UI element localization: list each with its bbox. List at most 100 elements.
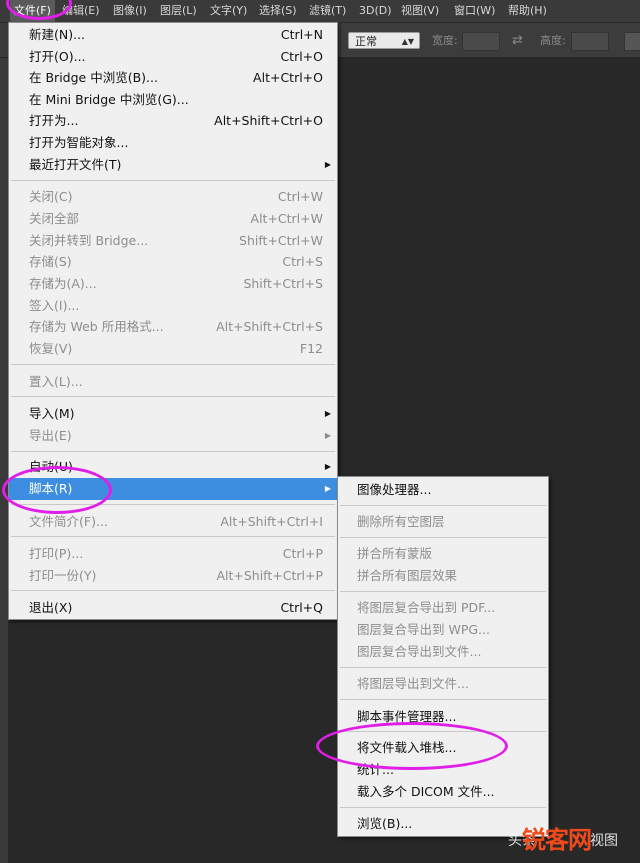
shortcut: F12 <box>299 341 323 356</box>
menu-item-close-all[interactable]: 关闭全部 Alt+Ctrl+W <box>9 208 337 230</box>
menu-filter[interactable]: 滤镜(T) <box>305 0 350 22</box>
menu-item-label: 打印一份(Y) <box>29 568 97 583</box>
menu-separator <box>340 505 546 506</box>
menu-item-print-one-copy[interactable]: 打印一份(Y) Alt+Shift+Ctrl+P <box>9 565 337 587</box>
style-select[interactable]: 正常 ▲▼ <box>348 32 420 49</box>
refine-edge-button[interactable] <box>624 32 640 51</box>
menu-item-browse-bridge[interactable]: 在 Bridge 中浏览(B)... Alt+Ctrl+O <box>9 67 337 89</box>
menu-separator <box>340 807 546 808</box>
menu-window[interactable]: 窗口(W) <box>450 0 499 22</box>
menu-item-label: 拼合所有图层效果 <box>357 568 458 583</box>
menu-item-save[interactable]: 存储(S) Ctrl+S <box>9 251 337 273</box>
menu-item-save-for-web[interactable]: 存储为 Web 所用格式... Alt+Shift+Ctrl+S <box>9 316 337 338</box>
menu-separator <box>11 590 335 591</box>
menu-item-new[interactable]: 新建(N)... Ctrl+N <box>9 24 337 46</box>
submenu-item-flatten-layer-effects[interactable]: 拼合所有图层效果 <box>338 565 548 587</box>
menu-item-print[interactable]: 打印(P)... Ctrl+P <box>9 543 337 565</box>
menu-item-label: 关闭(C) <box>29 189 73 204</box>
menu-item-label: 存储为 Web 所用格式... <box>29 319 164 334</box>
menu-edit[interactable]: 编辑(E) <box>58 0 104 22</box>
menu-layer[interactable]: 图层(L) <box>156 0 201 22</box>
menu-item-label: 拼合所有蒙版 <box>357 546 433 561</box>
menu-item-label: 打开(O)... <box>29 49 86 64</box>
menu-item-close[interactable]: 关闭(C) Ctrl+W <box>9 186 337 208</box>
watermark-right-text: 视图 <box>590 833 618 849</box>
submenu-item-script-events-manager[interactable]: 脚本事件管理器... <box>338 706 548 728</box>
menu-item-label: 在 Mini Bridge 中浏览(G)... <box>29 92 189 107</box>
shortcut: Shift+Ctrl+W <box>239 233 323 248</box>
shortcut: Ctrl+O <box>280 49 323 64</box>
menu-item-check-in[interactable]: 签入(I)... <box>9 295 337 317</box>
submenu-item-comps-to-wpg[interactable]: 图层复合导出到 WPG... <box>338 619 548 641</box>
submenu-item-comps-to-pdf[interactable]: 将图层复合导出到 PDF... <box>338 597 548 619</box>
menu-item-label: 关闭全部 <box>29 211 80 226</box>
menu-item-import[interactable]: 导入(M) ▶ <box>9 403 337 425</box>
menu-item-place[interactable]: 置入(L)... <box>9 371 337 393</box>
menu-separator <box>11 504 335 505</box>
file-menu: 新建(N)... Ctrl+N 打开(O)... Ctrl+O 在 Bridge… <box>8 22 338 620</box>
menu-item-exit[interactable]: 退出(X) Ctrl+Q <box>9 597 337 619</box>
menu-item-label: 存储为(A)... <box>29 276 97 291</box>
shortcut: Alt+Shift+Ctrl+S <box>216 319 323 334</box>
menu-separator <box>340 667 546 668</box>
menu-item-browse-mini-bridge[interactable]: 在 Mini Bridge 中浏览(G)... <box>9 89 337 111</box>
width-label: 宽度: <box>432 34 458 47</box>
menubar: 文件(F) 编辑(E) 图像(I) 图层(L) 文字(Y) 选择(S) 滤镜(T… <box>0 0 640 23</box>
menu-file[interactable]: 文件(F) <box>10 0 55 22</box>
submenu-item-statistics[interactable]: 统计... <box>338 759 548 781</box>
menu-item-label: 最近打开文件(T) <box>29 157 122 172</box>
menu-select[interactable]: 选择(S) <box>255 0 301 22</box>
menu-item-label: 打开为... <box>29 113 79 128</box>
menu-item-open-recent[interactable]: 最近打开文件(T) ▶ <box>9 154 337 176</box>
menu-item-label: 统计... <box>357 762 394 777</box>
shortcut: Shift+Ctrl+S <box>243 276 323 291</box>
height-label: 高度: <box>540 34 566 47</box>
swap-icon[interactable]: ⇄ <box>512 32 523 49</box>
submenu-item-flatten-masks[interactable]: 拼合所有蒙版 <box>338 543 548 565</box>
submenu-item-layers-to-files[interactable]: 将图层导出到文件... <box>338 673 548 695</box>
menu-item-label: 存储(S) <box>29 254 72 269</box>
menu-separator <box>340 537 546 538</box>
menu-help[interactable]: 帮助(H) <box>504 0 551 22</box>
menu-item-label: 将图层导出到文件... <box>357 676 469 691</box>
tools-panel <box>0 58 8 863</box>
submenu-item-load-dicom[interactable]: 载入多个 DICOM 文件... <box>338 781 548 803</box>
submenu-arrow-icon: ▶ <box>324 431 331 440</box>
menu-item-revert[interactable]: 恢复(V) F12 <box>9 338 337 360</box>
submenu-arrow-icon: ▶ <box>324 484 331 493</box>
height-input[interactable] <box>571 32 609 51</box>
menu-item-file-info[interactable]: 文件简介(F)... Alt+Shift+Ctrl+I <box>9 511 337 533</box>
menu-image[interactable]: 图像(I) <box>109 0 151 22</box>
menu-type[interactable]: 文字(Y) <box>206 0 251 22</box>
submenu-item-image-processor[interactable]: 图像处理器... <box>338 479 548 501</box>
menu-separator <box>11 536 335 537</box>
menu-item-automate[interactable]: 自动(U) ▶ <box>9 456 337 478</box>
menu-item-close-go-bridge[interactable]: 关闭并转到 Bridge... Shift+Ctrl+W <box>9 230 337 252</box>
menu-item-label: 打开为智能对象... <box>29 135 129 150</box>
menu-item-label: 置入(L)... <box>29 374 83 389</box>
menu-item-label: 删除所有空图层 <box>357 514 445 529</box>
submenu-item-load-files-into-stack[interactable]: 将文件载入堆栈... <box>338 737 548 759</box>
menu-item-label: 将文件载入堆栈... <box>357 740 457 755</box>
menu-item-label: 自动(U) <box>29 459 73 474</box>
shortcut: Ctrl+W <box>277 189 323 204</box>
submenu-item-delete-empty-layers[interactable]: 删除所有空图层 <box>338 511 548 533</box>
menu-item-open-as[interactable]: 打开为... Alt+Shift+Ctrl+O <box>9 110 337 132</box>
menu-item-scripts[interactable]: 脚本(R) ▶ <box>9 478 337 500</box>
watermark-brand: 锐客网 <box>522 826 592 854</box>
menu-item-label: 文件简介(F)... <box>29 514 108 529</box>
menu-item-label: 脚本(R) <box>29 481 73 496</box>
submenu-item-comps-to-files[interactable]: 图层复合导出到文件... <box>338 641 548 663</box>
width-input[interactable] <box>462 32 500 51</box>
menu-3d[interactable]: 3D(D) <box>355 0 396 22</box>
menu-view[interactable]: 视图(V) <box>397 0 443 22</box>
shortcut: Alt+Shift+Ctrl+P <box>216 568 323 583</box>
menu-separator <box>340 591 546 592</box>
menu-item-save-as[interactable]: 存储为(A)... Shift+Ctrl+S <box>9 273 337 295</box>
menu-separator <box>340 731 546 732</box>
style-select-value: 正常 <box>355 35 377 48</box>
menu-item-export[interactable]: 导出(E) ▶ <box>9 425 337 447</box>
menu-item-label: 导出(E) <box>29 428 72 443</box>
menu-item-open-as-smart-object[interactable]: 打开为智能对象... <box>9 132 337 154</box>
menu-item-open[interactable]: 打开(O)... Ctrl+O <box>9 46 337 68</box>
